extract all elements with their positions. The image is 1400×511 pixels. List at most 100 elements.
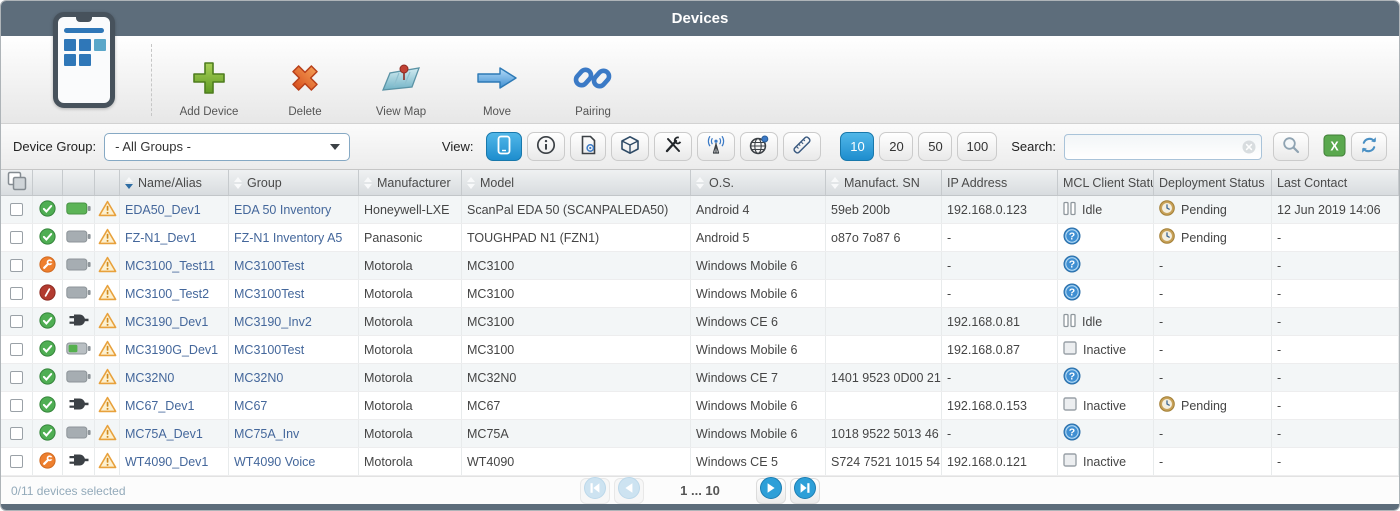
device-group-link[interactable]: FZ-N1 Inventory A5	[234, 231, 342, 245]
device-group-link[interactable]: MC75A_Inv	[234, 427, 299, 441]
alert-cell	[95, 448, 120, 475]
model-cell: ScanPal EDA 50 (SCANPALEDA50)	[462, 196, 691, 223]
column-header-12: MCL Client Status	[1058, 170, 1154, 195]
sn-cell: 1401 9523 0D00 21	[826, 364, 942, 391]
row-checkbox[interactable]	[10, 231, 23, 244]
page-size-100-button[interactable]: 100	[957, 132, 998, 161]
tools-view-icon	[663, 135, 683, 158]
device-group-link[interactable]: MC3100Test	[234, 343, 304, 357]
column-header-8[interactable]: Model	[462, 170, 691, 195]
ip-cell: -	[942, 252, 1058, 279]
device-group-link[interactable]: EDA 50 Inventory	[234, 203, 331, 217]
device-name-link[interactable]: MC32N0	[125, 371, 174, 385]
device-name-link[interactable]: EDA50_Dev1	[125, 203, 201, 217]
sort-arrows-icon	[234, 176, 242, 189]
device-view-icon	[495, 135, 513, 158]
device-group-link[interactable]: WT4090 Voice	[234, 455, 315, 469]
row-checkbox[interactable]	[10, 203, 23, 216]
mcl-status-cell: ?	[1058, 420, 1154, 447]
file-view-button[interactable]	[570, 132, 607, 161]
next-page-button[interactable]	[755, 477, 786, 504]
manufacturer-cell: Motorola	[359, 392, 462, 419]
device-group-link[interactable]: MC3100Test	[234, 259, 304, 273]
device-name-link[interactable]: MC67_Dev1	[125, 399, 194, 413]
deployment-status-cell: Pending	[1154, 224, 1272, 251]
device-view-button[interactable]	[486, 132, 523, 161]
mcl-inactive-icon	[1063, 341, 1077, 358]
pairing-button[interactable]: Pairing	[545, 44, 641, 118]
row-checkbox[interactable]	[10, 371, 23, 384]
software-view-button[interactable]	[611, 132, 650, 161]
row-checkbox[interactable]	[10, 427, 23, 440]
column-label: Name/Alias	[138, 175, 202, 190]
column-header-7[interactable]: Manufacturer	[359, 170, 462, 195]
view-buttons	[481, 132, 822, 161]
device-group-link[interactable]: MC67	[234, 399, 267, 413]
alert-cell	[95, 336, 120, 363]
page-size-10-button[interactable]: 10	[840, 132, 875, 161]
sn-cell	[826, 336, 942, 363]
row-checkbox[interactable]	[10, 399, 23, 412]
column-label: Last Contact	[1277, 175, 1348, 190]
refresh-button[interactable]	[1351, 132, 1387, 161]
add-device-button[interactable]: Add Device	[161, 44, 257, 118]
device-group-link[interactable]: MC32N0	[234, 371, 283, 385]
page-size-20-button[interactable]: 20	[879, 132, 914, 161]
info-view-button[interactable]	[527, 132, 566, 161]
deployment-pending-icon	[1159, 200, 1175, 219]
device-status-cell	[33, 448, 63, 475]
device-group-link[interactable]: MC3190_Inv2	[234, 315, 312, 329]
device-name-link[interactable]: MC3100_Test2	[125, 287, 209, 301]
column-header-5[interactable]: Name/Alias	[120, 170, 229, 195]
move-button[interactable]: Move	[449, 44, 545, 118]
device-group-select-wrap: - All Groups -	[104, 132, 351, 161]
column-header-9[interactable]: O.S.	[691, 170, 826, 195]
device-name-link[interactable]: FZ-N1_Dev1	[125, 231, 197, 245]
tools-view-button[interactable]	[654, 132, 693, 161]
row-checkbox[interactable]	[10, 315, 23, 328]
device-name-link[interactable]: MC75A_Dev1	[125, 427, 203, 441]
table-footer: 0/11 devices selected 1 ... 10	[1, 476, 1399, 504]
selection-count: 0/11 devices selected	[11, 483, 126, 498]
sn-cell: S724 7521 1015 54	[826, 448, 942, 475]
search-input[interactable]	[1064, 133, 1262, 160]
wireless-view-button[interactable]	[697, 132, 736, 161]
sn-cell: 1018 9522 5013 46	[826, 420, 942, 447]
search-button[interactable]	[1273, 132, 1309, 161]
export-excel-button[interactable]: X	[1323, 133, 1346, 160]
select-all-icon	[7, 171, 27, 194]
clear-search-icon[interactable]	[1242, 139, 1256, 157]
alert-cell	[95, 420, 120, 447]
table-row: MC3100_Test11 MC3100Test Motorola MC3100 Win…	[1, 252, 1399, 280]
row-checkbox[interactable]	[10, 287, 23, 300]
row-checkbox[interactable]	[10, 455, 23, 468]
location-view-button[interactable]	[740, 132, 779, 161]
last-page-button[interactable]	[789, 477, 820, 504]
group-cell: MC3100Test	[229, 252, 359, 279]
deployment-status-cell: -	[1154, 420, 1272, 447]
group-cell: MC32N0	[229, 364, 359, 391]
column-header-6[interactable]: Group	[229, 170, 359, 195]
column-header-10[interactable]: Manufact. SN	[826, 170, 942, 195]
model-cell: MC75A	[462, 420, 691, 447]
power-status-cell	[63, 420, 95, 447]
device-group-link[interactable]: MC3100Test	[234, 287, 304, 301]
device-group-select[interactable]: - All Groups -	[104, 132, 351, 161]
manufacturer-cell: Motorola	[359, 252, 462, 279]
page-size-50-button[interactable]: 50	[918, 132, 953, 161]
device-name-link[interactable]: MC3190G_Dev1	[125, 343, 218, 357]
warning-icon	[98, 284, 117, 304]
group-cell: MC67	[229, 392, 359, 419]
device-name-link[interactable]: WT4090_Dev1	[125, 455, 208, 469]
measure-view-button[interactable]	[783, 132, 822, 161]
last-contact-cell: -	[1272, 336, 1399, 363]
delete-button[interactable]: Delete	[257, 44, 353, 118]
row-checkbox[interactable]	[10, 259, 23, 272]
select-all-button[interactable]	[1, 170, 33, 195]
view-map-button[interactable]: View Map	[353, 44, 449, 118]
manufacturer-cell: Honeywell-LXE	[359, 196, 462, 223]
device-name-link[interactable]: MC3100_Test11	[125, 259, 215, 273]
device-name-link[interactable]: MC3190_Dev1	[125, 315, 208, 329]
mcl-inactive-icon	[1063, 453, 1077, 470]
row-checkbox[interactable]	[10, 343, 23, 356]
